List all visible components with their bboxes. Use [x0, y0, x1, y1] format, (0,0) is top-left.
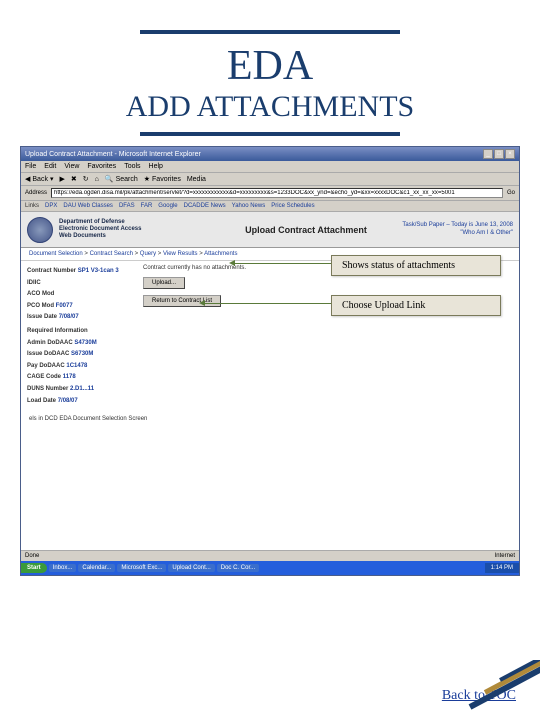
link-item[interactable]: Price Schedules [271, 203, 314, 209]
contract-panel: Contract Number SP1 V3-1can 3 IDIIC ACO … [27, 265, 137, 406]
menu-favorites[interactable]: Favorites [87, 163, 116, 170]
go-button[interactable]: Go [507, 190, 515, 196]
rule-bottom [140, 132, 400, 136]
return-button[interactable]: Return to Contract List [143, 295, 221, 307]
nav-toolbar: ◀ Back ▾ ▶ ✖ ↻ ⌂ 🔍 Search ★ Favorites Me… [21, 173, 519, 186]
link-item[interactable]: DAU Web Classes [63, 203, 113, 209]
crumb[interactable]: Query [140, 251, 156, 257]
status-left: Done [25, 553, 39, 559]
body-area: Contract Number SP1 V3-1can 3 IDIIC ACO … [21, 261, 519, 410]
address-input[interactable] [51, 188, 503, 198]
crumb-current: Attachments [204, 251, 237, 257]
close-button[interactable]: × [505, 149, 515, 159]
taskbar: Start Inbox... Calendar... Microsoft Exc… [21, 561, 519, 575]
dod-seal-icon [27, 217, 53, 243]
title-line-1: EDA [20, 42, 520, 90]
page-header: Department of Defense Electronic Documen… [21, 212, 519, 248]
mid-panel: Contract currently has no attachments. U… [143, 265, 513, 406]
favorites-button[interactable]: ★ Favorites [144, 175, 181, 183]
corner-decoration [450, 660, 540, 720]
page-title: Upload Contract Attachment [216, 225, 397, 235]
window-buttons: _ □ × [483, 149, 515, 159]
link-item[interactable]: DPX [45, 203, 57, 209]
links-bar: Links DPX DAU Web Classes DFAS FAR Googl… [21, 201, 519, 212]
start-button[interactable]: Start [21, 563, 47, 573]
slide-title-block: EDA ADD ATTACHMENTS [20, 30, 520, 136]
crumb[interactable]: Document Selection [29, 251, 83, 257]
minimize-button[interactable]: _ [483, 149, 493, 159]
search-button[interactable]: 🔍 Search [105, 175, 138, 183]
status-right: Internet [495, 553, 515, 559]
home-button[interactable]: ⌂ [95, 176, 99, 183]
menu-view[interactable]: View [64, 163, 79, 170]
task-item[interactable]: Doc C. Cor... [217, 564, 259, 572]
crumb[interactable]: View Results [163, 251, 198, 257]
address-label: Address [25, 190, 47, 196]
stop-button[interactable]: ✖ [71, 175, 77, 183]
refresh-button[interactable]: ↻ [83, 175, 89, 183]
rule-top [140, 30, 400, 34]
window-titlebar: Upload Contract Attachment - Microsoft I… [21, 147, 519, 161]
links-label: Links [25, 203, 39, 209]
browser-statusbar: Done Internet [21, 550, 519, 561]
header-right: Task/Sub Paper – Today is June 13, 2008 … [402, 222, 513, 236]
link-item[interactable]: DCADDE News [184, 203, 226, 209]
callout-status: Shows status of attachments [331, 255, 501, 276]
address-bar: Address Go [21, 186, 519, 201]
menu-edit[interactable]: Edit [44, 163, 56, 170]
task-item[interactable]: Upload Cont... [168, 564, 214, 572]
link-item[interactable]: Google [158, 203, 177, 209]
maximize-button[interactable]: □ [494, 149, 504, 159]
crumb[interactable]: Contract Search [90, 251, 133, 257]
menu-help[interactable]: Help [149, 163, 163, 170]
task-item[interactable]: Calendar... [78, 564, 115, 572]
window-title: Upload Contract Attachment - Microsoft I… [25, 151, 201, 158]
title-line-2: ADD ATTACHMENTS [20, 90, 520, 124]
link-item[interactable]: FAR [141, 203, 153, 209]
task-item[interactable]: Microsoft Exc... [117, 564, 166, 572]
menu-file[interactable]: File [25, 163, 36, 170]
media-button[interactable]: Media [187, 176, 206, 183]
arrow-upload [201, 303, 351, 304]
menu-tools[interactable]: Tools [124, 163, 140, 170]
browser-window: Upload Contract Attachment - Microsoft I… [20, 146, 520, 576]
system-tray[interactable]: 1:14 PM [485, 563, 519, 573]
back-button[interactable]: ◀ Back ▾ [25, 175, 53, 183]
footer-note: els in DCD EDA Document Selection Screen [21, 410, 519, 428]
link-item[interactable]: DFAS [119, 203, 135, 209]
upload-button[interactable]: Upload... [143, 277, 185, 289]
menubar: File Edit View Favorites Tools Help [21, 161, 519, 173]
link-item[interactable]: Yahoo News [232, 203, 266, 209]
forward-button[interactable]: ▶ [59, 175, 64, 183]
header-org: Department of Defense Electronic Documen… [59, 219, 210, 241]
task-item[interactable]: Inbox... [49, 564, 77, 572]
callout-upload: Choose Upload Link [331, 295, 501, 316]
